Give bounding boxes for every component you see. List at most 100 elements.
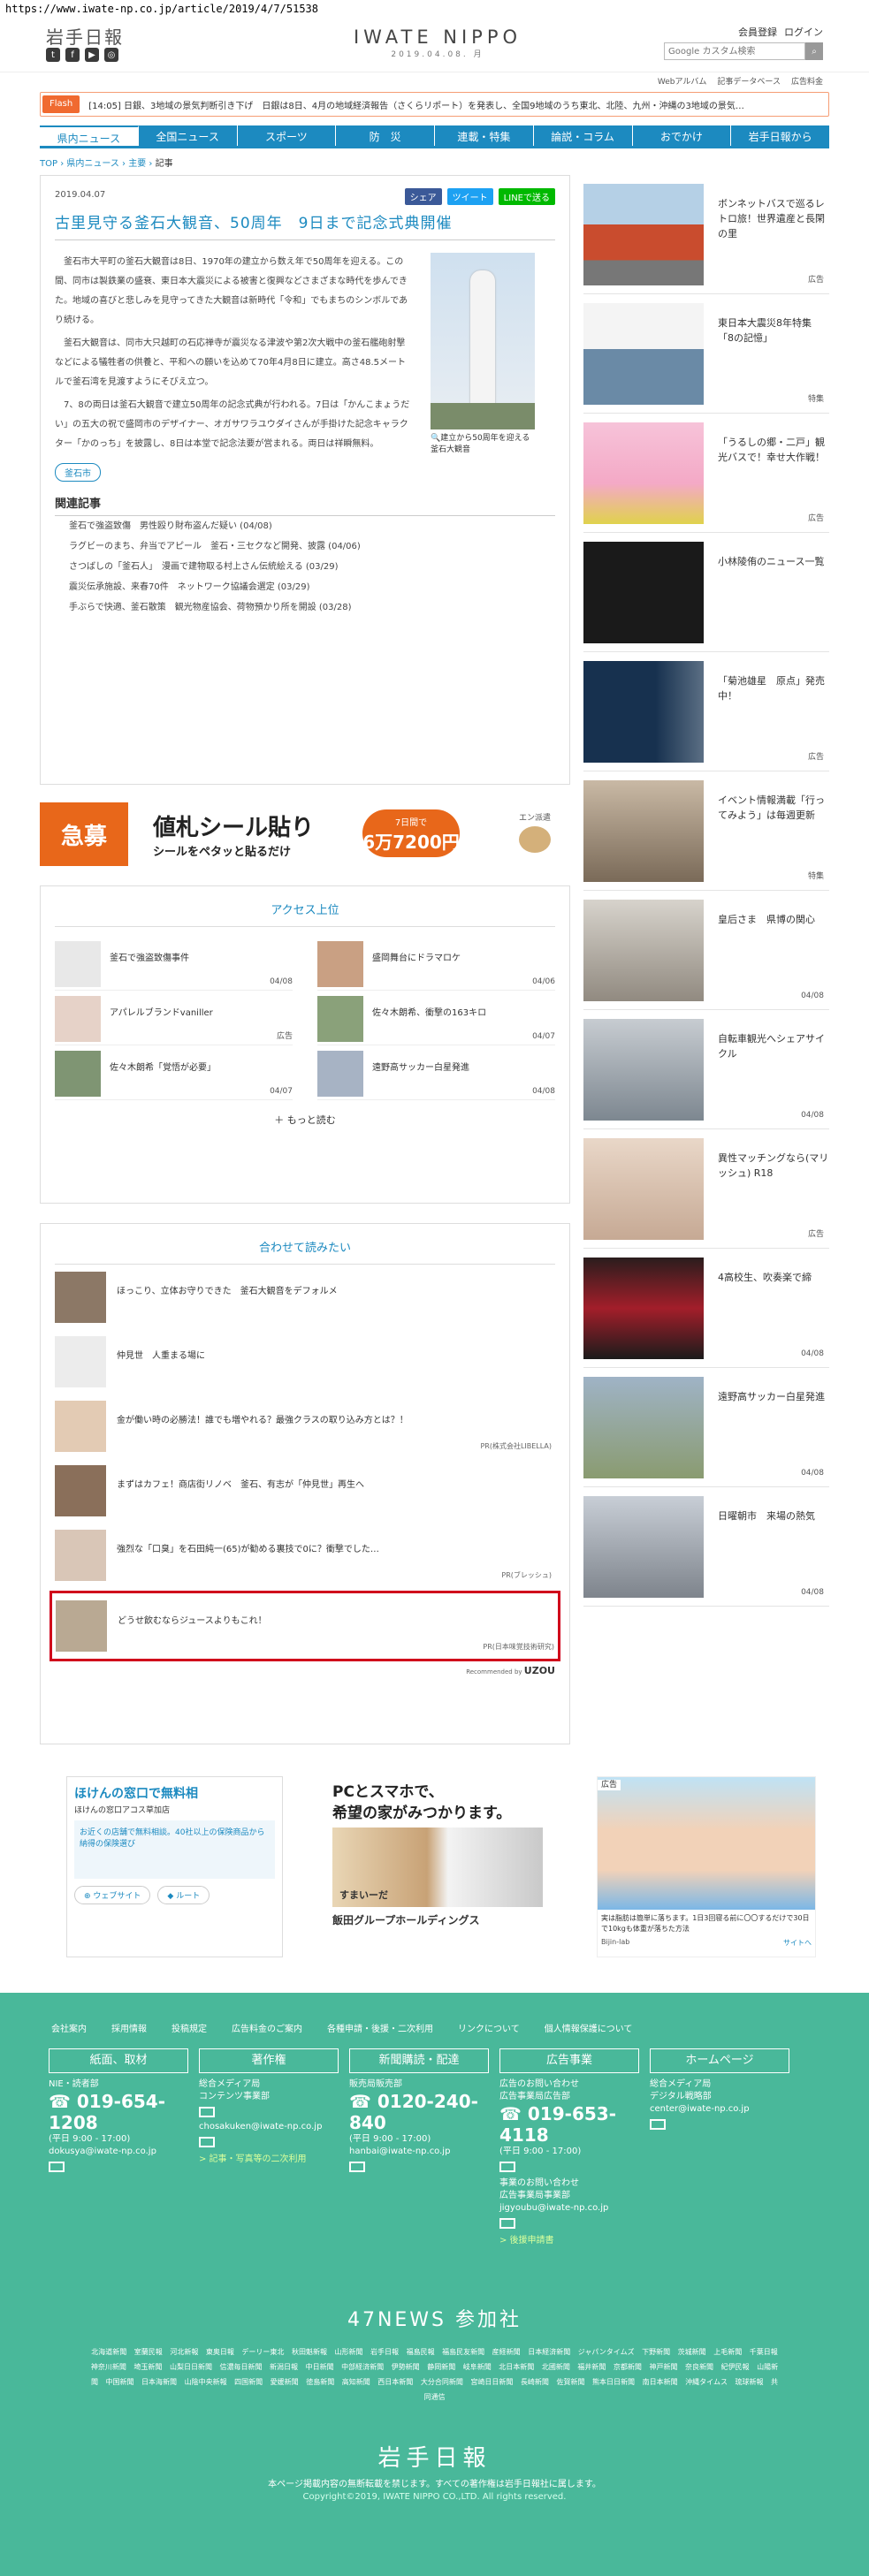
sidebar-item[interactable]: 4高校生、吹奏楽で締 04/08 (583, 1249, 829, 1368)
support-application-link[interactable]: > 後援申請書 (499, 2232, 639, 2245)
twitter-icon[interactable]: t (46, 48, 60, 62)
phone-number[interactable]: ☎ 019-653-4118 (499, 2103, 639, 2146)
sidebar-item[interactable]: 「うるしの郷・二戸」観光バスで！幸せ大作戦！ 広告 (583, 414, 829, 533)
email-address[interactable]: jigyoubu@iwate-np.co.jp (499, 2202, 639, 2215)
sublink-database[interactable]: 記事データベース (717, 75, 781, 87)
diet-ad-more[interactable]: サイトへ (783, 1938, 812, 1948)
sidebar-item[interactable]: 遠野高サッカー白星発進 04/08 (583, 1368, 829, 1487)
flash-news[interactable]: Flash [14:05] 日銀、3地域の景気判断引き下げ 日銀は8日、4月の地… (40, 92, 829, 117)
footer-col-heading[interactable]: 広告事業 (499, 2048, 639, 2073)
related-item[interactable]: 手ぶらで快適、釜石散策 観光物産協会、荷物預かり所を開設 (03/28) (55, 597, 555, 618)
mail-icon[interactable] (199, 2107, 215, 2117)
search-icon[interactable]: ⌕ (805, 42, 823, 60)
footer-link[interactable]: 各種申請・後援・二次利用 (327, 2021, 433, 2034)
sidebar-item[interactable]: イベント情報満載「行ってみよう」は毎週更新 特集 (583, 771, 829, 891)
sidebar-item[interactable]: ボンネットバスで巡るレトロ旅！世界遺産と長閑の里 広告 (583, 175, 829, 294)
job-ad-banner[interactable]: 急募 値札シール貼り シールをペタッと貼るだけ 7日間で 6万7200円 エン派… (40, 802, 570, 866)
sidebar-item[interactable]: 「菊池雄星 原点」発売中！ 広告 (583, 652, 829, 771)
email-address[interactable]: dokusya@iwate-np.co.jp (49, 2146, 188, 2158)
nav-sports[interactable]: スポーツ (238, 125, 337, 146)
house-ad[interactable]: PCとスマホで、 希望の家がみつかります。 すまいーだ 飯田グループホールディン… (327, 1776, 548, 1957)
email-address[interactable]: center@iwate-np.co.jp (650, 2103, 789, 2116)
recommend-item[interactable]: ほっこり、立体お守りできた 釜石大観音をデフォルメ (55, 1265, 555, 1329)
ranking-item[interactable]: 釜石で強盗致傷事件 04/08 (55, 936, 293, 991)
mail-icon[interactable] (349, 2162, 365, 2172)
mail-icon[interactable] (199, 2137, 215, 2147)
footer-link[interactable]: リンクについて (458, 2021, 520, 2034)
footer-link[interactable]: 会社案内 (51, 2021, 87, 2034)
footer-col-heading[interactable]: ホームページ (650, 2048, 789, 2073)
mail-icon[interactable] (49, 2162, 65, 2172)
brand-logo[interactable]: 岩手日報 (46, 23, 124, 49)
sidebar-item[interactable]: 日曜朝市 来場の熱気 04/08 (583, 1487, 829, 1607)
mail-icon[interactable] (499, 2218, 515, 2229)
nav-outing[interactable]: おでかけ (633, 125, 732, 146)
website-button[interactable]: ⊕ ウェブサイト (74, 1886, 151, 1904)
sidebar-item[interactable]: 異性マッチングなら(マリッシュ) R18 広告 (583, 1129, 829, 1249)
recommend-item[interactable]: まずはカフェ！商店街リノベ 釜石、有志が「仲見世」再生へ (55, 1458, 555, 1523)
youtube-icon[interactable]: ▶ (85, 48, 99, 62)
address-bar[interactable]: https://www.iwate-np.co.jp/article/2019/… (0, 0, 869, 19)
ranking-item[interactable]: 盛岡舞台にドラマロケ 04/06 (317, 936, 555, 991)
secondary-use-link[interactable]: > 記事・写真等の二次利用 (199, 2151, 339, 2164)
diet-ad[interactable]: 広告 実は脂肪は簡単に落ちます。1日3回寝る前に〇〇するだけで30日で10kgも… (597, 1776, 816, 1957)
sublink-adrates[interactable]: 広告料金 (791, 75, 823, 87)
crumb-local[interactable]: 県内ニュース (66, 159, 119, 169)
recommend-item[interactable]: 強烈な「口臭」を石田純一(65)が勧める裏技で0に？衝撃でした… PR(ブレッシュ… (55, 1523, 555, 1587)
sidebar-item[interactable]: 東日本大震災8年特集 「8の記憶」 特集 (583, 294, 829, 414)
related-item[interactable]: 震災伝承施設、来春70件 ネットワーク協議会選定 (03/29) (55, 577, 555, 597)
recommend-item-highlighted[interactable]: どうせ飲むならジュースよりもこれ！ PR(日本味覚技術研究) (50, 1591, 560, 1661)
footer-link[interactable]: 広告料金のご案内 (232, 2021, 302, 2034)
nav-features[interactable]: 連載・特集 (435, 125, 534, 146)
ranking-item[interactable]: 佐々木朗希「覚悟が必要」 04/07 (55, 1045, 293, 1100)
crumb-top[interactable]: TOP (40, 159, 57, 169)
related-item[interactable]: さつばしの「釜石人」 漫画で建物取る村上さん伝統絵える (03/29) (55, 557, 555, 577)
route-button[interactable]: ◆ ルート (157, 1886, 210, 1904)
article-photo[interactable]: 🔍建立から50周年を迎える釜石大観音 (431, 253, 535, 458)
more-button[interactable]: ＋ もっと読む (55, 1113, 555, 1127)
twitter-share-button[interactable]: ツイート (446, 188, 493, 205)
crumb-main[interactable]: 主要 (128, 159, 146, 169)
member-register-link[interactable]: 会員登録 (738, 25, 777, 39)
footer-link[interactable]: 採用情報 (111, 2021, 147, 2034)
instagram-icon[interactable]: ◎ (104, 48, 118, 62)
footer-col-heading[interactable]: 著作権 (199, 2048, 339, 2073)
nav-disaster[interactable]: 防 災 (336, 125, 435, 146)
recommend-item[interactable]: 仲見世 人重まる場に (55, 1329, 555, 1394)
search-input[interactable] (664, 42, 805, 60)
line-share-button[interactable]: LINEで送る (498, 188, 555, 205)
sidebar-item[interactable]: 小林陵侑のニュース一覧 (583, 533, 829, 652)
statue-photo[interactable] (431, 253, 535, 429)
related-item[interactable]: 釜石で強盗致傷 男性殴り財布盗んだ疑い (04/08) (55, 516, 555, 536)
email-address[interactable]: hanbai@iwate-np.co.jp (349, 2146, 489, 2158)
phone-number[interactable]: ☎ 0120-240-840 (349, 2091, 489, 2133)
sublink-album[interactable]: Webアルバム (658, 75, 707, 87)
related-item[interactable]: ラグビーのまち、弁当でアピール 釜石・三セクなど開発、披露 (04/06) (55, 536, 555, 557)
footer-link[interactable]: 投稿規定 (172, 2021, 207, 2034)
news47-papers[interactable]: 北海道新聞 室蘭民報 河北新報 東奥日報 デーリー東北 秋田魁新報 山形新聞 岩… (88, 2344, 781, 2405)
facebook-icon[interactable]: f (65, 48, 80, 62)
ranking-item[interactable]: アパレルブランドvaniller 広告 (55, 991, 293, 1045)
center-logo[interactable]: IWATE NIPPO 2019.04.08. 月 (349, 27, 526, 59)
ranking-item[interactable]: 遠野高サッカー白星発進 04/08 (317, 1045, 555, 1100)
nav-from-nippo[interactable]: 岩手日報から (731, 125, 829, 146)
email-address[interactable]: chosakuken@iwate-np.co.jp (199, 2121, 339, 2133)
tag-kamaishi[interactable]: 釜石市 (55, 463, 101, 482)
footer-brand-logo[interactable]: 岩手日報 (0, 2440, 869, 2473)
footer-link[interactable]: 個人情報保護について (545, 2021, 633, 2034)
facebook-share-button[interactable]: シェア (404, 188, 442, 205)
sidebar-item[interactable]: 自転車観光へシェアサイクル 04/08 (583, 1010, 829, 1129)
nav-national-news[interactable]: 全国ニュース (139, 125, 238, 146)
mail-icon[interactable] (650, 2119, 666, 2130)
mail-icon[interactable] (499, 2162, 515, 2172)
recommend-item[interactable]: 金が働い時の必勝法！誰でも増やれる？最強クラスの取り込み方とは？！ PR(株式会社… (55, 1394, 555, 1458)
phone-number[interactable]: ☎ 019-654-1208 (49, 2091, 188, 2133)
nav-columns[interactable]: 論説・コラム (534, 125, 633, 146)
login-link[interactable]: ログイン (784, 25, 823, 39)
insurance-ad[interactable]: ほけんの窓口で無料相 ほけんの窓口アコス草加店 お近くの店舗で無料相談。40社以… (66, 1776, 283, 1957)
recommended-by[interactable]: Recommended by UZOU (55, 1665, 555, 1676)
ranking-item[interactable]: 佐々木朗希、衝撃の163キロ 04/07 (317, 991, 555, 1045)
footer-col-heading[interactable]: 新聞購読・配達 (349, 2048, 489, 2073)
sidebar-item[interactable]: 皇后さま 県博の関心 04/08 (583, 891, 829, 1010)
nav-local-news[interactable]: 県内ニュース (40, 125, 139, 146)
